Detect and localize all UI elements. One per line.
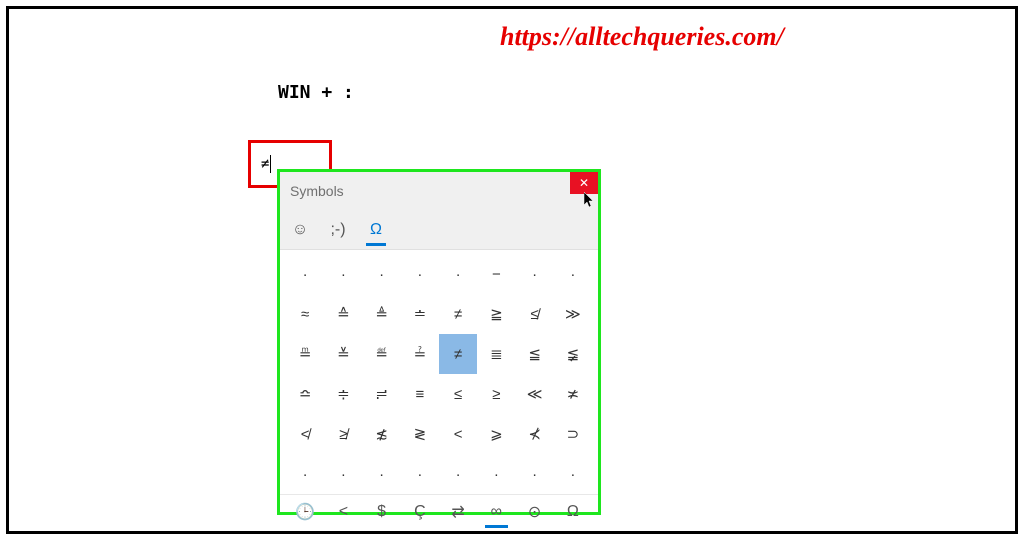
category-item[interactable]: Ç [401,495,439,528]
symbol-cell[interactable]: ⊀ [516,414,554,454]
close-button[interactable]: ✕ [570,172,598,194]
kaomoji-icon: ;-) [330,221,345,239]
symbol-cell[interactable]: · [477,454,515,494]
category-item[interactable]: ∞ [477,495,515,528]
symbol-cell[interactable]: ≨ [554,334,592,374]
symbol-cell[interactable]: · [286,254,324,294]
symbol-cell[interactable]: ⊃ [554,414,592,454]
category-item[interactable]: ⊙ [516,495,554,528]
symbol-cell[interactable]: ≟ [401,334,439,374]
symbol-cell[interactable]: · [439,254,477,294]
symbol-grid: ·····−··≈≙≜≐≠≧≰≫≞≚≝≟≠≣≦≨≏≑≓≡≤≥≪≭≮≱≴≷<⩾⊀⊃… [280,250,598,494]
symbol-cell[interactable]: ≧ [477,294,515,334]
symbol-cell[interactable]: ≐ [401,294,439,334]
category-item[interactable]: 🕒 [286,495,324,528]
symbol-cell[interactable]: ≜ [363,294,401,334]
symbol-cell[interactable]: · [324,254,362,294]
symbol-cell[interactable]: ≤ [439,374,477,414]
symbol-cell[interactable]: ≪ [516,374,554,414]
symbol-cell[interactable]: · [401,454,439,494]
symbol-cell[interactable]: · [554,454,592,494]
symbol-cell[interactable]: · [554,254,592,294]
symbol-cell[interactable]: · [439,454,477,494]
panel-header: Symbols ✕ [280,172,598,210]
symbol-cell[interactable]: · [324,454,362,494]
category-item[interactable]: Ω [554,495,592,528]
symbol-cell[interactable]: ≦ [516,334,554,374]
symbol-cell[interactable]: ≓ [363,374,401,414]
cursor-icon [584,192,596,211]
panel-title: Symbols [290,183,344,199]
symbol-cell[interactable]: ≮ [286,414,324,454]
symbol-cell[interactable]: ≠ [439,334,477,374]
symbol-cell[interactable]: ≷ [401,414,439,454]
symbol-cell[interactable]: ≡ [401,374,439,414]
symbol-cell[interactable]: · [516,454,554,494]
text-caret [270,155,271,173]
category-item[interactable]: < [324,495,362,528]
symbol-cell[interactable]: ≠ [439,294,477,334]
tab-kaomoji[interactable]: ;-) [326,216,350,244]
category-item[interactable]: ⇄ [439,495,477,528]
omega-icon: Ω [370,221,382,239]
symbol-cell[interactable]: ≱ [324,414,362,454]
close-icon: ✕ [579,176,589,190]
tab-emoji[interactable]: ☺ [288,216,312,244]
symbol-cell[interactable]: ≣ [477,334,515,374]
symbol-cell[interactable]: − [477,254,515,294]
symbol-cell[interactable]: ≥ [477,374,515,414]
tab-symbols[interactable]: Ω [364,216,388,244]
emoji-face-icon: ☺ [292,221,308,239]
emoji-symbols-panel: Symbols ✕ ☺ ;-) Ω ·····−··≈≙≜≐≠≧≰≫≞≚≝≟≠≣… [277,169,601,515]
symbol-cell[interactable]: ≏ [286,374,324,414]
symbol-cell[interactable]: ≚ [324,334,362,374]
input-value: ≠ [261,156,269,172]
symbol-cell[interactable]: · [363,254,401,294]
symbol-cell[interactable]: ≝ [363,334,401,374]
symbol-cell[interactable]: ≰ [516,294,554,334]
symbol-cell[interactable]: ≞ [286,334,324,374]
symbol-cell[interactable]: ≈ [286,294,324,334]
symbol-cell[interactable]: ⩾ [477,414,515,454]
symbol-cell[interactable]: ≫ [554,294,592,334]
symbol-cell[interactable]: ≙ [324,294,362,334]
symbol-cell[interactable]: ≴ [363,414,401,454]
symbol-cell[interactable]: · [363,454,401,494]
category-item[interactable]: $ [363,495,401,528]
watermark-url: https://alltechqueries.com/ [500,22,784,52]
category-tabs: ☺ ;-) Ω [280,210,598,250]
symbol-cell[interactable]: ≑ [324,374,362,414]
page-title: WIN + : [278,82,354,103]
symbol-cell[interactable]: · [286,454,324,494]
symbol-cell[interactable]: · [516,254,554,294]
symbol-cell[interactable]: < [439,414,477,454]
symbol-cell[interactable]: · [401,254,439,294]
symbol-category-bar: 🕒<$Ç⇄∞⊙Ω [280,494,598,532]
symbol-cell[interactable]: ≭ [554,374,592,414]
